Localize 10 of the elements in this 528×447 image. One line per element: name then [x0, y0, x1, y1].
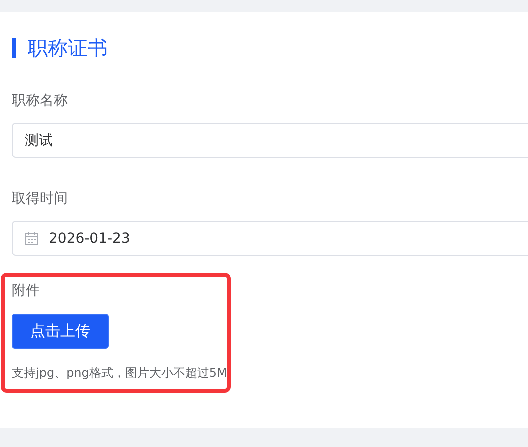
upload-button[interactable]: 点击上传 [12, 314, 109, 349]
input-field[interactable]: 测试 [12, 123, 528, 158]
field-label: 职称名称 [12, 92, 69, 110]
date-field[interactable]: 2026-01-23 [12, 221, 528, 256]
field-label: 附件 [12, 282, 41, 300]
field-label: 取得时间 [12, 190, 69, 208]
upload-hint: 支持jpg、png格式，图片大小不超过5M [12, 365, 228, 382]
section-title: 职称证书 [28, 34, 108, 62]
calendar-icon [25, 232, 39, 246]
accent-bar [12, 38, 16, 58]
